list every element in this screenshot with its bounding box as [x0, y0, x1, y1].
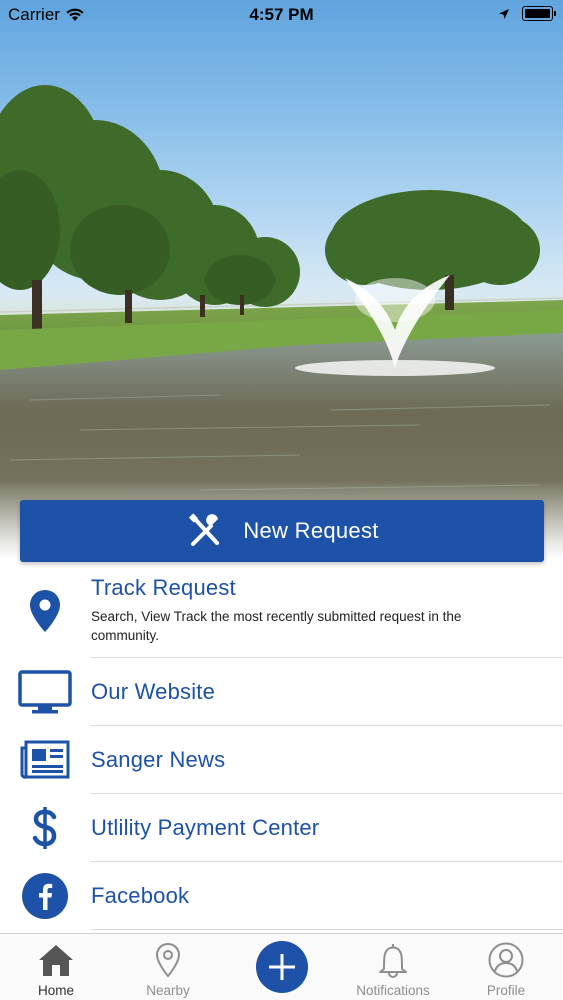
- person-icon: [488, 941, 524, 979]
- menu-item-title: Utlility Payment Center: [91, 814, 320, 840]
- add-request-button[interactable]: [256, 941, 308, 993]
- park-pond-fountain-illustration: [0, 85, 563, 560]
- map-pin-icon: [0, 563, 90, 658]
- tab-home[interactable]: Home: [0, 934, 112, 1000]
- menu-item-body: Facebook: [91, 862, 563, 930]
- battery-icon: [522, 6, 556, 21]
- menu-item-title: Facebook: [91, 882, 190, 908]
- bell-icon: [376, 941, 410, 979]
- menu-item-our-website[interactable]: Our Website: [0, 658, 563, 726]
- new-request-label: New Request: [243, 518, 379, 543]
- menu-item-body: Our Website: [91, 658, 563, 726]
- tab-bar: Home Nearby Notifications Profile: [0, 933, 563, 1000]
- newspaper-icon: [0, 726, 90, 794]
- menu-item-title: Sanger News: [91, 746, 226, 772]
- tab-nearby[interactable]: Nearby: [112, 934, 224, 1000]
- status-time: 4:57 PM: [249, 5, 314, 24]
- tab-notifications[interactable]: Notifications: [337, 934, 449, 1000]
- wrench-screwdriver-icon: [189, 513, 220, 546]
- facebook-icon: [0, 862, 90, 930]
- dollar-icon: [0, 794, 90, 862]
- tab-profile[interactable]: Profile: [450, 934, 562, 1000]
- menu-item-body: Track Request Search, View Track the mos…: [91, 563, 563, 658]
- home-icon: [37, 941, 75, 979]
- plus-icon: [269, 954, 295, 980]
- new-request-button[interactable]: New Request: [20, 500, 544, 562]
- menu-item-description: Search, View Track the most recently sub…: [91, 609, 462, 643]
- hero-image: [0, 0, 563, 560]
- tab-label: Notifications: [356, 983, 430, 998]
- status-bar: Carrier 4:57 PM: [0, 0, 563, 30]
- menu-item-track-request[interactable]: Track Request Search, View Track the mos…: [0, 563, 563, 658]
- monitor-icon: [0, 658, 90, 726]
- menu-list: Track Request Search, View Track the mos…: [0, 563, 563, 930]
- status-right: [498, 6, 556, 21]
- location-arrow-icon: [499, 8, 509, 19]
- menu-item-body: Sanger News: [91, 726, 563, 794]
- tab-label: Profile: [486, 983, 526, 998]
- menu-item-title: Our Website: [91, 678, 216, 704]
- menu-item-utility-payment[interactable]: Utlility Payment Center: [0, 794, 563, 862]
- tab-label: Nearby: [146, 983, 190, 998]
- menu-item-facebook[interactable]: Facebook: [0, 862, 563, 930]
- menu-item-sanger-news[interactable]: Sanger News: [0, 726, 563, 794]
- menu-item-title: Track Request: [91, 575, 236, 600]
- tab-label: Home: [37, 983, 74, 998]
- location-pin-icon: [154, 941, 182, 979]
- menu-item-body: Utlility Payment Center: [91, 794, 563, 862]
